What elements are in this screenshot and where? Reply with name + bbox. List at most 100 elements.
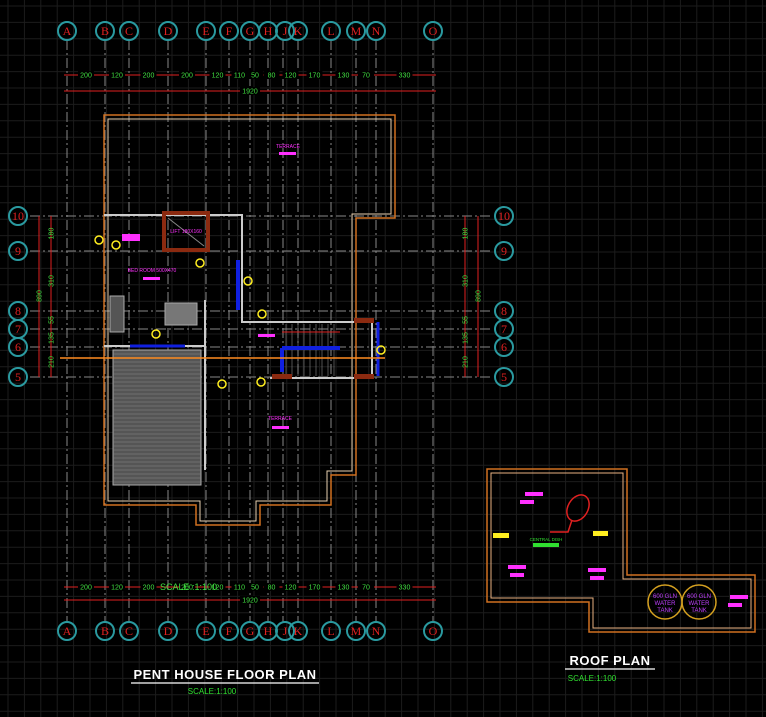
grid-row-label: 9 [501,244,507,258]
tank2-line1: 600 GLN [687,594,711,600]
terrace-top-label: TERRACE [276,144,301,150]
dish-label: CENTRAL DISH [530,537,563,542]
overlap-scale-text: SCALE :1:100 [160,582,217,592]
floor-plan-title: PENT HOUSE FLOOR PLAN [133,667,316,682]
dimension-label: 120 [285,73,297,80]
dimension-label: 170 [309,585,321,592]
grid-column-label: H [264,624,273,638]
grid-row-label: 8 [15,304,21,318]
dimension-label: 120 [212,73,224,80]
grid-column-label: O [429,624,438,638]
dimension-label: 310 [463,275,470,287]
dimension-label: 210 [463,356,470,368]
light-fixture-icons [508,492,748,607]
grid-column-label: K [294,624,303,638]
dimension-label: 80 [268,585,276,592]
grid-column-label: N [372,24,381,38]
bed-icon [164,302,198,326]
dimension-label: 120 [111,73,123,80]
dimension-label: 200 [181,73,193,80]
dimension-label: 130 [338,585,350,592]
grid-row-label: 5 [501,370,507,384]
grid-column-label: B [101,624,109,638]
grid-column-label: F [226,24,233,38]
total-dimension-label: 890 [37,290,44,302]
dimension-label: 210 [49,356,56,368]
dimension-label: 110 [234,73,245,80]
total-dimension-label: 1920 [242,598,258,605]
dimension-label: 130 [338,73,350,80]
satellite-dish-icon [550,494,590,533]
grid-column-label: J [283,24,288,38]
tank1-line1: 600 GLN [653,594,677,600]
dimension-label: 50 [251,73,259,80]
tank1-line3: TANK [657,608,673,614]
grid-column-label: K [294,24,303,38]
grid-column-label: A [63,24,72,38]
dimension-label: 330 [399,585,411,592]
grid-column-label: M [351,24,362,38]
floor-plan-walls [60,114,396,526]
grid-row-label: 6 [501,340,507,354]
dimension-label: 55 [49,316,56,324]
grid-column-label: D [164,624,173,638]
roof-plan-scale: SCALE:1:100 [568,674,617,683]
dimension-label: 135 [49,332,56,344]
grid-column-label: G [246,24,255,38]
dimension-label: 50 [251,585,259,592]
grid-column-label: D [164,24,173,38]
grid-column-label: O [429,24,438,38]
grid-column-label: L [327,24,334,38]
tank2-line2: WATER [689,601,711,607]
grid-column-label: J [283,624,288,638]
cad-drawing: AABBCCDDEEFFGGHHJJKKLLMMNNOO10 109 98 87 76 6… [0,0,766,717]
dimension-label: 200 [143,585,155,592]
grid-row-label: 10 [12,209,24,223]
grid-row-label: 9 [15,244,21,258]
grid-column-label: L [327,624,334,638]
floor-plan-scale: SCALE:1:100 [188,687,237,696]
grid-column-label: C [125,624,133,638]
dimension-label: 70 [362,585,370,592]
grid-column-label: C [125,24,133,38]
toilet-icon [109,295,125,333]
roof-plan [486,468,756,633]
dimension-label: 180 [49,228,56,240]
dimension-label: 135 [463,332,470,344]
dimension-label: 110 [234,585,245,592]
grid-column-label: E [202,24,209,38]
dimension-label: 200 [143,73,155,80]
grid-column-label: B [101,24,109,38]
grid-row-label: 6 [15,340,21,354]
dimension-label: 80 [268,73,276,80]
grid-column-label: A [63,624,72,638]
tank1-line2: WATER [655,601,677,607]
dimension-label: 120 [285,585,297,592]
grid-row-label: 10 [498,209,510,223]
tank2-line3: TANK [691,608,707,614]
total-dimension-label: 890 [476,290,483,302]
grid-row-label: 7 [501,322,507,336]
lift-label: LIFT 180X160 [170,229,202,235]
dimension-label: 310 [49,275,56,287]
grid-column-label: E [202,624,209,638]
dimension-label: 120 [111,585,123,592]
grid-row-label: 7 [15,322,21,336]
grid-column-label: F [226,624,233,638]
terrace-bottom-label: TERRACE [268,416,293,422]
grid-column-label: G [246,624,255,638]
bedroom-label: BED ROOM 500X470 [128,268,177,274]
grid-column-label: N [372,624,381,638]
dimension-label: 180 [463,228,470,240]
roof-plan-title: ROOF PLAN [569,653,650,668]
dimension-label: 55 [463,316,470,324]
grid-column-label: M [351,624,362,638]
dimension-label: 200 [80,585,92,592]
grid-row-label: 8 [501,304,507,318]
grid-column-label: H [264,24,273,38]
total-dimension-label: 1920 [242,89,258,96]
dimension-label: 170 [309,73,321,80]
grid-row-label: 5 [15,370,21,384]
dimension-label: 200 [80,73,92,80]
dimension-label: 70 [362,73,370,80]
